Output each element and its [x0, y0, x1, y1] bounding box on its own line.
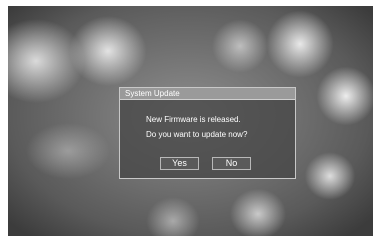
dialog-title-bar: System Update: [120, 88, 295, 100]
dialog-title: System Update: [125, 89, 180, 98]
dialog-message-line-2: Do you want to update now?: [146, 130, 248, 139]
no-button[interactable]: No: [212, 157, 251, 170]
dialog-message-line-1: New Firmware is released.: [146, 115, 241, 124]
screen: System Update New Firmware is released. …: [0, 0, 380, 245]
blurred-background: System Update New Firmware is released. …: [8, 6, 373, 236]
yes-button[interactable]: Yes: [160, 157, 199, 170]
system-update-dialog: System Update New Firmware is released. …: [119, 87, 296, 179]
